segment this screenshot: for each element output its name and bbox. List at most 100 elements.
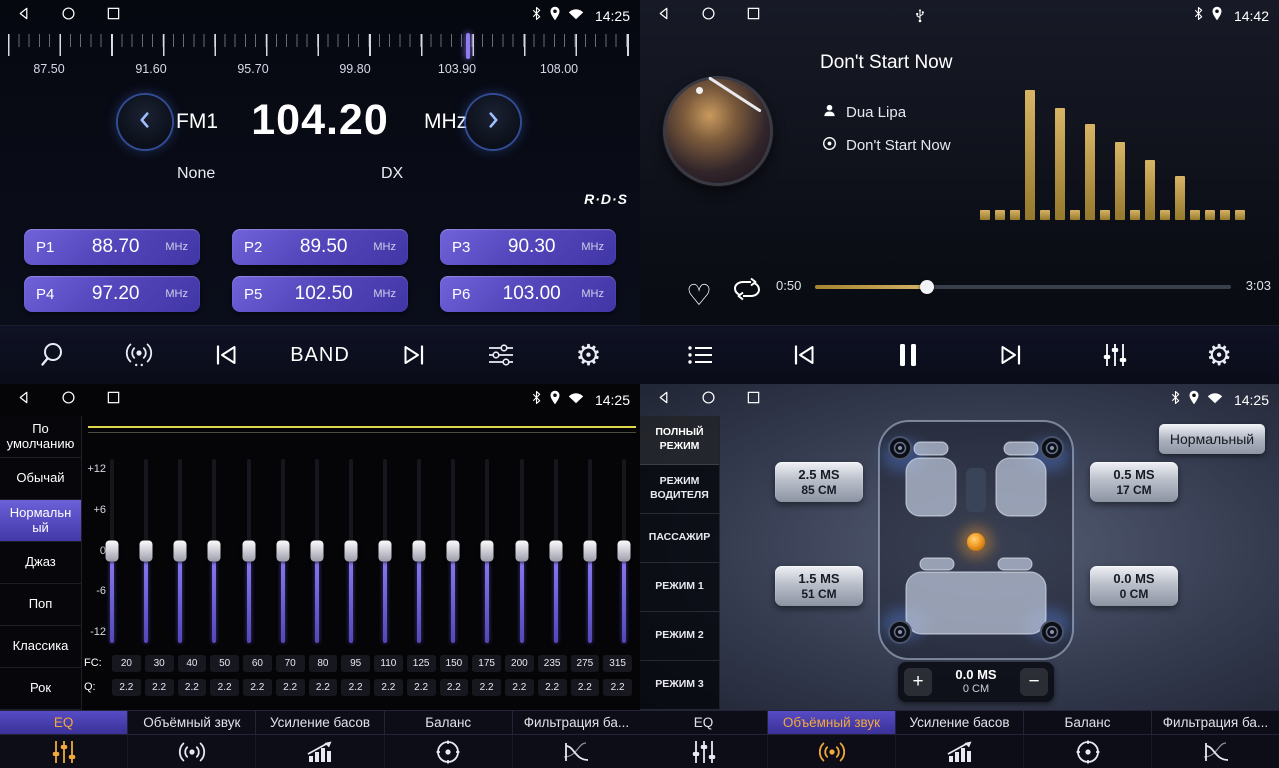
eq-band-slider[interactable] xyxy=(343,456,359,646)
eq-band-slider[interactable] xyxy=(616,456,632,646)
listening-mode-item[interactable]: РЕЖИМ ВОДИТЕЛЯ xyxy=(640,465,719,514)
listening-mode-item[interactable]: РЕЖИМ 1 xyxy=(640,563,719,612)
radio-preset-button[interactable]: P6 103.00 MHz xyxy=(440,276,616,312)
eq-band-slider[interactable] xyxy=(275,456,291,646)
pause-icon[interactable] xyxy=(885,332,931,378)
slider-knob[interactable] xyxy=(174,541,187,562)
previous-icon[interactable] xyxy=(203,332,249,378)
favorite-heart-icon[interactable]: ♡ xyxy=(676,272,722,318)
tune-down-button[interactable] xyxy=(118,95,172,149)
tab-eq[interactable]: EQ xyxy=(640,711,768,734)
repeat-icon[interactable] xyxy=(732,277,762,306)
slider-knob[interactable] xyxy=(140,541,153,562)
slider-knob[interactable] xyxy=(276,541,289,562)
settings-gear-icon[interactable]: ⚙ xyxy=(1196,332,1242,378)
eq-band-slider[interactable] xyxy=(514,456,530,646)
back-icon[interactable] xyxy=(16,390,31,410)
radio-preset-button[interactable]: P2 89.50 MHz xyxy=(232,229,408,265)
filter-tab-icon[interactable] xyxy=(513,735,640,768)
eq-band-slider[interactable] xyxy=(309,456,325,646)
listening-mode-item[interactable]: РЕЖИМ 2 xyxy=(640,612,719,661)
slider-knob[interactable] xyxy=(208,541,221,562)
listening-mode-item[interactable]: РЕЖИМ 3 xyxy=(640,661,719,710)
slider-knob[interactable] xyxy=(413,541,426,562)
delay-rear-right-button[interactable]: 0.0 MS 0 CM xyxy=(1090,566,1178,606)
eq-band-slider[interactable] xyxy=(377,456,393,646)
back-icon[interactable] xyxy=(16,6,31,26)
radio-preset-button[interactable]: P3 90.30 MHz xyxy=(440,229,616,265)
bass-boost-tab-icon[interactable] xyxy=(896,735,1024,768)
eq-band-slider[interactable] xyxy=(138,456,154,646)
slider-knob[interactable] xyxy=(310,541,323,562)
settings-gear-icon[interactable]: ⚙ xyxy=(565,332,611,378)
eq-band-slider[interactable] xyxy=(172,456,188,646)
eq-band-slider[interactable] xyxy=(445,456,461,646)
decrease-delay-button[interactable]: − xyxy=(1020,668,1048,696)
slider-knob[interactable] xyxy=(481,541,494,562)
tab-eq[interactable]: EQ xyxy=(0,711,128,734)
eq-tab-icon[interactable] xyxy=(640,735,768,768)
eq-band-slider[interactable] xyxy=(206,456,222,646)
recents-icon[interactable] xyxy=(106,390,121,410)
tab-bass-boost[interactable]: Усиление басов xyxy=(896,711,1024,734)
home-icon[interactable] xyxy=(61,6,76,26)
radio-preset-button[interactable]: P4 97.20 MHz xyxy=(24,276,200,312)
tab-bass-boost[interactable]: Усиление басов xyxy=(256,711,384,734)
tune-settings-icon[interactable] xyxy=(478,332,524,378)
surround-preset-button[interactable]: Нормальный xyxy=(1159,424,1265,454)
equalizer-icon[interactable] xyxy=(1092,332,1138,378)
filter-tab-icon[interactable] xyxy=(1152,735,1279,768)
tab-filter[interactable]: Фильтрация ба... xyxy=(1152,711,1279,734)
band-button[interactable]: BAND xyxy=(290,332,350,378)
tuning-indicator[interactable] xyxy=(466,33,470,59)
slider-knob[interactable] xyxy=(447,541,460,562)
next-icon[interactable] xyxy=(391,332,437,378)
search-icon[interactable] xyxy=(29,332,75,378)
eq-preset-item[interactable]: Поп xyxy=(0,584,81,626)
eq-band-slider[interactable] xyxy=(411,456,427,646)
slider-knob[interactable] xyxy=(515,541,528,562)
eq-band-slider[interactable] xyxy=(241,456,257,646)
delay-front-right-button[interactable]: 0.5 MS 17 CM xyxy=(1090,462,1178,502)
bass-boost-tab-icon[interactable] xyxy=(256,735,384,768)
radio-preset-button[interactable]: P5 102.50 MHz xyxy=(232,276,408,312)
eq-band-slider[interactable] xyxy=(479,456,495,646)
slider-knob[interactable] xyxy=(617,541,630,562)
radio-preset-button[interactable]: P1 88.70 MHz xyxy=(24,229,200,265)
tab-balance[interactable]: Баланс xyxy=(1024,711,1152,734)
eq-band-slider[interactable] xyxy=(582,456,598,646)
eq-tab-icon[interactable] xyxy=(0,735,128,768)
player-progress-knob[interactable] xyxy=(920,280,934,294)
increase-delay-button[interactable]: + xyxy=(904,668,932,696)
playlist-icon[interactable] xyxy=(677,332,723,378)
slider-knob[interactable] xyxy=(344,541,357,562)
tab-surround[interactable]: Объёмный звук xyxy=(128,711,256,734)
balance-tab-icon[interactable] xyxy=(385,735,513,768)
eq-preset-item[interactable]: Обычай xyxy=(0,458,81,500)
balance-tab-icon[interactable] xyxy=(1024,735,1152,768)
surround-tab-icon[interactable] xyxy=(128,735,256,768)
previous-track-icon[interactable] xyxy=(781,332,827,378)
recents-icon[interactable] xyxy=(106,6,121,26)
next-track-icon[interactable] xyxy=(988,332,1034,378)
tune-up-button[interactable] xyxy=(466,95,520,149)
listening-mode-item[interactable]: ПАССАЖИР xyxy=(640,514,719,563)
listening-mode-item[interactable]: ПОЛНЫЙ РЕЖИМ xyxy=(640,416,719,465)
slider-knob[interactable] xyxy=(549,541,562,562)
delay-front-left-button[interactable]: 2.5 MS 85 CM xyxy=(775,462,863,502)
eq-preset-item[interactable]: Нормальный xyxy=(0,500,81,542)
delay-rear-left-button[interactable]: 1.5 MS 51 CM xyxy=(775,566,863,606)
eq-preset-item[interactable]: Рок xyxy=(0,668,81,710)
eq-preset-item[interactable]: По умолчанию xyxy=(0,416,81,458)
eq-preset-item[interactable]: Джаз xyxy=(0,542,81,584)
broadcast-icon[interactable] xyxy=(116,332,162,378)
slider-knob[interactable] xyxy=(583,541,596,562)
slider-knob[interactable] xyxy=(106,541,119,562)
slider-knob[interactable] xyxy=(379,541,392,562)
back-icon[interactable] xyxy=(656,6,671,26)
back-icon[interactable] xyxy=(656,390,671,410)
eq-preset-item[interactable]: Классика xyxy=(0,626,81,668)
home-icon[interactable] xyxy=(701,6,716,26)
recents-icon[interactable] xyxy=(746,390,761,410)
eq-band-slider[interactable] xyxy=(548,456,564,646)
